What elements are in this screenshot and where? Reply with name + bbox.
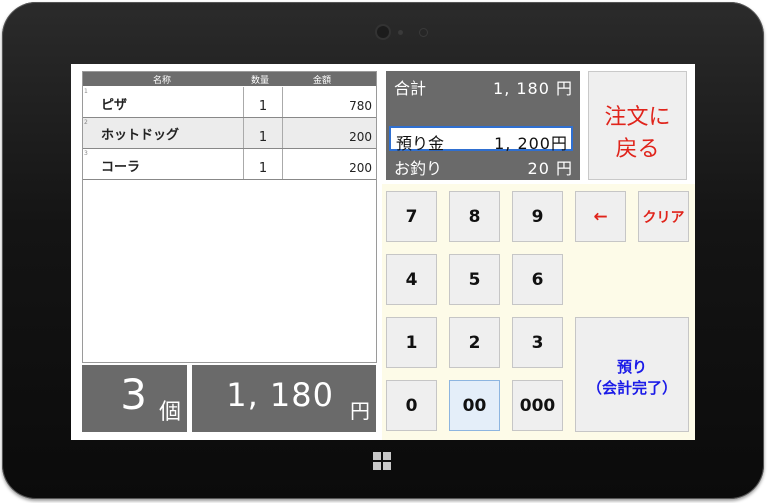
order-row[interactable]: 3 コーラ 1 200 [83, 149, 376, 180]
key-4[interactable]: 4 [386, 254, 437, 305]
pos-screen: 名称 数量 金額 1 ピザ 1 780 2 ホットドッグ 1 200 3 コーラ… [71, 64, 695, 440]
key-7[interactable]: 7 [386, 191, 437, 242]
order-total: 1, 180 [226, 376, 334, 414]
key-000[interactable]: 000 [512, 380, 563, 431]
key-2[interactable]: 2 [449, 317, 500, 368]
item-amount: 200 [349, 161, 372, 175]
camera-sensor [398, 30, 403, 35]
windows-logo-pane [373, 462, 381, 470]
windows-logo-pane [383, 462, 391, 470]
item-qty-cell: 1 [243, 149, 283, 179]
total-label: 合計 [394, 79, 427, 98]
complete-button-line2: （会計完了） [586, 379, 677, 397]
back-to-order-button[interactable]: 注文に 戻る [588, 71, 687, 180]
back-button-line2: 戻る [615, 137, 660, 162]
back-button-line1: 注文に [604, 105, 671, 130]
item-count-box: 3 個 [82, 365, 187, 432]
total-value: 1, 180 円 [493, 79, 573, 98]
item-qty: 1 [258, 161, 268, 176]
key-8[interactable]: 8 [449, 191, 500, 242]
item-amount: 200 [349, 130, 372, 144]
key-9[interactable]: 9 [512, 191, 563, 242]
change-value: 20 円 [527, 159, 573, 178]
deposit-field[interactable]: 預り金 1, 200円 [389, 126, 573, 153]
order-row[interactable]: 1 ピザ 1 780 [83, 87, 376, 118]
order-total-unit: 円 [350, 399, 370, 423]
clear-button[interactable]: クリア [638, 191, 689, 242]
item-count-unit: 個 [158, 400, 181, 425]
camera-lens [377, 26, 389, 38]
item-qty-cell: 1 [243, 87, 283, 117]
backspace-button[interactable]: ← [575, 191, 626, 242]
order-list-header: 名称 数量 金額 [83, 72, 376, 86]
key-00[interactable]: 00 [449, 380, 500, 431]
key-0[interactable]: 0 [386, 380, 437, 431]
order-row[interactable]: 2 ホットドッグ 1 200 [83, 118, 376, 149]
key-1[interactable]: 1 [386, 317, 437, 368]
camera-light [420, 29, 427, 36]
item-amount: 780 [349, 99, 372, 113]
item-name: ホットドッグ [101, 128, 180, 143]
tablet-frame: 名称 数量 金額 1 ピザ 1 780 2 ホットドッグ 1 200 3 コーラ… [2, 2, 764, 499]
deposit-label: 預り金 [396, 134, 445, 153]
row-number: 3 [84, 150, 88, 157]
item-qty: 1 [258, 99, 268, 114]
order-total-box: 1, 180 円 [192, 365, 376, 432]
item-count: 3 [120, 370, 147, 419]
item-name: ピザ [101, 98, 128, 113]
row-number: 2 [84, 119, 88, 126]
item-name: コーラ [101, 160, 141, 175]
complete-payment-button[interactable]: 預り （会計完了） [575, 317, 689, 432]
windows-logo-pane [383, 452, 391, 460]
payment-panel: 合計 1, 180 円 預り金 1, 200円 お釣り 20 円 [386, 71, 580, 180]
key-3[interactable]: 3 [512, 317, 563, 368]
item-qty: 1 [258, 130, 268, 145]
header-amount: 金額 [313, 76, 332, 86]
key-5[interactable]: 5 [449, 254, 500, 305]
windows-home-button[interactable] [373, 452, 391, 470]
deposit-value: 1, 200円 [494, 134, 568, 153]
item-qty-cell: 1 [243, 118, 283, 148]
order-list: 名称 数量 金額 1 ピザ 1 780 2 ホットドッグ 1 200 3 コーラ… [82, 71, 377, 363]
header-name: 名称 [153, 76, 172, 86]
complete-button-line1: 預り [616, 358, 647, 376]
header-qty: 数量 [251, 76, 270, 86]
change-label: お釣り [394, 159, 443, 178]
windows-logo-pane [373, 452, 381, 460]
row-number: 1 [84, 88, 88, 95]
key-6[interactable]: 6 [512, 254, 563, 305]
